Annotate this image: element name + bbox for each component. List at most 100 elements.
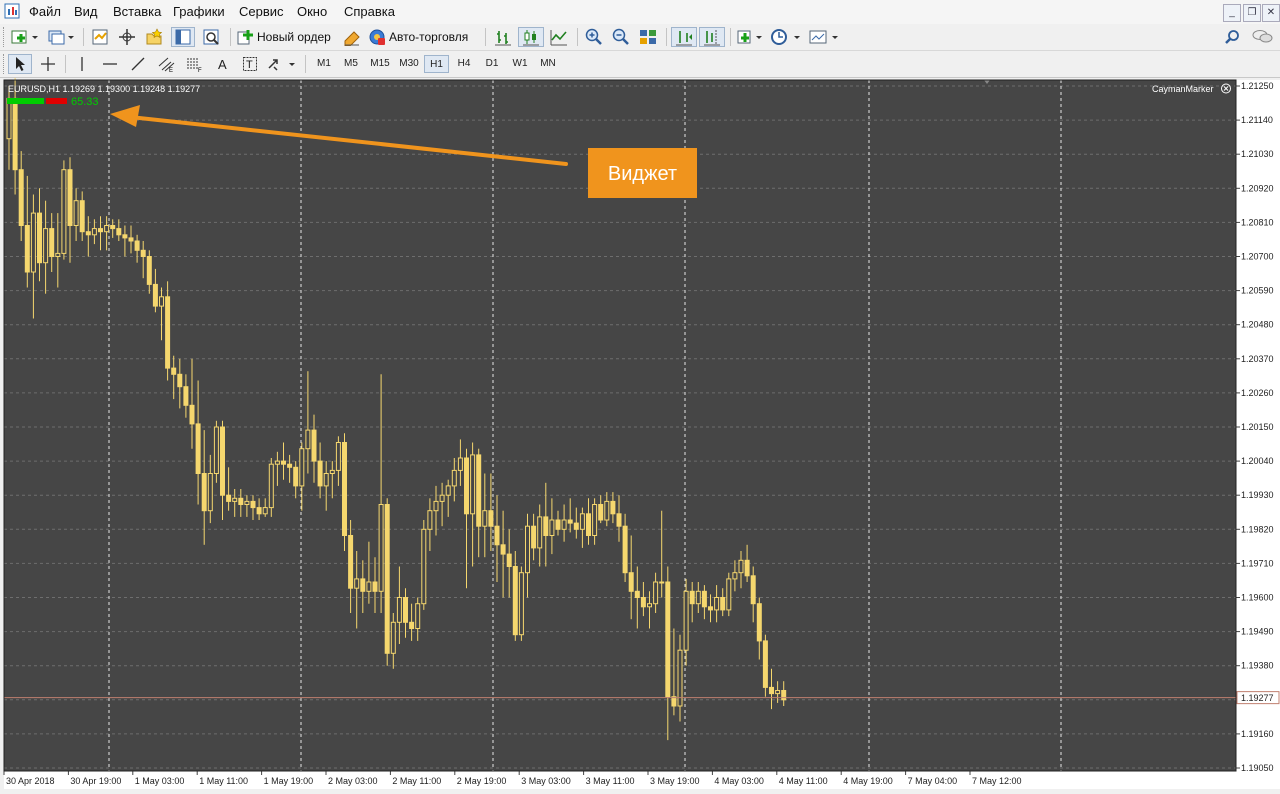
arrows-button[interactable]: [266, 54, 298, 74]
candle-body: [726, 578, 732, 611]
auto-trading-button[interactable]: Авто-торговля: [368, 27, 478, 47]
candlestick-button[interactable]: [518, 27, 544, 47]
bar-chart-button[interactable]: [491, 27, 515, 47]
current-price-label: 1.19277: [1241, 693, 1274, 703]
time-tick-label: 2 May 03:00: [328, 776, 378, 786]
chart-window[interactable]: 1.21250 1.21140 1.21030 1.20920 1.20810 1.207…: [0, 78, 1280, 794]
menu-charts[interactable]: Графики: [173, 4, 225, 19]
strategy-tester-button[interactable]: [199, 27, 223, 47]
timeframe-w1[interactable]: W1: [507, 55, 533, 73]
candle-body: [457, 457, 463, 471]
candle-body: [6, 97, 12, 140]
market-watch-icon: [92, 29, 108, 45]
candle-body: [18, 169, 24, 226]
time-scale-background: [4, 771, 1280, 789]
zoom-in-button[interactable]: [582, 27, 606, 47]
candlestick-chart[interactable]: 1.21250 1.21140 1.21030 1.20920 1.20810 1.207…: [0, 78, 1280, 794]
toolbar-grip[interactable]: [3, 54, 7, 74]
candle-body: [67, 169, 73, 226]
app-icon[interactable]: [4, 3, 20, 19]
candle-body: [464, 457, 469, 515]
candle-body: [689, 590, 695, 605]
templates-button[interactable]: [807, 27, 841, 47]
candle-body: [695, 590, 701, 605]
horizontal-line-button[interactable]: [99, 54, 121, 74]
candle-body: [567, 519, 573, 524]
zoom-out-icon: [612, 28, 629, 45]
indicators-button[interactable]: [735, 27, 765, 47]
candle-body: [647, 603, 652, 608]
menu-file[interactable]: Файл: [29, 4, 61, 19]
crosshair-button[interactable]: [36, 54, 60, 74]
tile-windows-button[interactable]: [636, 27, 660, 47]
timeframe-h1[interactable]: H1: [424, 55, 449, 73]
timeframe-m15[interactable]: M15: [366, 55, 394, 73]
candle-body: [409, 621, 415, 629]
equidistant-channel-button[interactable]: E: [155, 54, 179, 74]
search-button[interactable]: [1222, 27, 1242, 47]
candle-body: [427, 510, 433, 530]
new-chart-button[interactable]: [8, 27, 42, 47]
candle-body: [274, 460, 280, 465]
price-tick-label: 1.19820: [1241, 524, 1274, 534]
cursor-button[interactable]: [8, 54, 32, 74]
close-button[interactable]: ✕: [1262, 4, 1280, 22]
profiles-button[interactable]: [46, 27, 78, 47]
channel-icon: E: [158, 57, 175, 72]
market-watch-button[interactable]: [89, 27, 111, 47]
zoom-out-button[interactable]: [609, 27, 633, 47]
auto-scroll-button[interactable]: [671, 27, 697, 47]
price-tick-label: 1.20590: [1241, 286, 1274, 296]
time-tick-label: 1 May 11:00: [199, 776, 248, 786]
timeframe-h4[interactable]: H4: [451, 55, 477, 73]
minimize-button[interactable]: _: [1223, 4, 1241, 22]
candle-body: [756, 603, 762, 642]
data-window-button[interactable]: [116, 27, 138, 47]
time-tick-label: 2 May 11:00: [392, 776, 441, 786]
periods-button[interactable]: [769, 27, 803, 47]
text-label-button[interactable]: T: [239, 54, 261, 74]
trendline-button[interactable]: [127, 54, 149, 74]
metaeditor-button[interactable]: [341, 27, 363, 47]
candle-body: [616, 513, 622, 527]
candle-body: [403, 597, 408, 623]
menu-insert[interactable]: Вставка: [113, 4, 161, 19]
time-tick-label: 3 May 19:00: [650, 776, 700, 786]
candle-body: [482, 510, 488, 527]
candle: [268, 458, 274, 517]
text-icon: A: [218, 57, 227, 72]
candle-body: [104, 225, 110, 233]
candle-body: [775, 690, 781, 695]
navigator-button[interactable]: [143, 27, 165, 47]
time-tick-label: 30 Apr 19:00: [70, 776, 121, 786]
fibonacci-button[interactable]: F: [183, 54, 207, 74]
chat-button[interactable]: [1250, 27, 1276, 47]
candle-body: [421, 528, 427, 605]
price-tick-label: 1.19380: [1241, 661, 1274, 671]
toolbar-grip[interactable]: [3, 27, 7, 47]
bar-chart-icon: [495, 31, 511, 46]
terminal-button[interactable]: [171, 27, 195, 47]
candle-body: [287, 463, 293, 468]
candle-body: [445, 485, 451, 496]
menu-view[interactable]: Вид: [74, 4, 98, 19]
timeframe-m30[interactable]: M30: [395, 55, 423, 73]
candle-body: [122, 234, 128, 239]
line-chart-button[interactable]: [547, 27, 571, 47]
menu-window[interactable]: Окно: [297, 4, 327, 19]
menu-help[interactable]: Справка: [344, 4, 395, 19]
chart-shift-button[interactable]: [699, 27, 725, 47]
vertical-line-button[interactable]: [71, 54, 93, 74]
timeframe-mn[interactable]: MN: [535, 55, 561, 73]
timeframe-m5[interactable]: M5: [338, 55, 364, 73]
text-button[interactable]: A: [212, 54, 234, 74]
new-order-button[interactable]: Новый ордер: [236, 27, 336, 47]
candle-body: [37, 212, 42, 264]
candle-body: [73, 200, 79, 226]
templates-icon: [809, 30, 838, 44]
restore-button[interactable]: ❐: [1243, 4, 1261, 22]
timeframe-d1[interactable]: D1: [479, 55, 505, 73]
menu-tools[interactable]: Сервис: [239, 4, 284, 19]
candle-body: [207, 473, 213, 512]
timeframe-m1[interactable]: M1: [311, 55, 337, 73]
